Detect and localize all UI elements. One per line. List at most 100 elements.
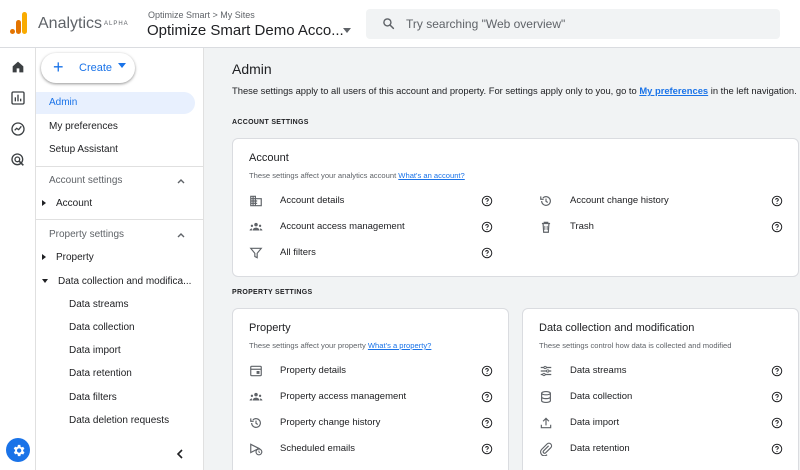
upload-icon: [540, 417, 552, 429]
help-icon[interactable]: [771, 365, 783, 377]
data-collection-row[interactable]: Data collection: [539, 389, 783, 405]
help-icon[interactable]: [481, 417, 493, 429]
collapse-arrow-icon: [42, 279, 48, 284]
help-icon[interactable]: [481, 391, 493, 403]
subtitle-text: These settings affect your analytics acc…: [249, 171, 399, 180]
trash-row[interactable]: Trash: [539, 219, 783, 235]
search-bar[interactable]: [366, 9, 780, 39]
home-icon[interactable]: [10, 59, 26, 75]
row-label: Property details: [280, 365, 347, 376]
help-icon[interactable]: [481, 247, 493, 259]
reports-icon[interactable]: [10, 90, 26, 106]
row-label: Trash: [570, 221, 594, 232]
create-button[interactable]: + Create: [41, 53, 135, 83]
help-icon[interactable]: [481, 221, 493, 233]
admin-sidebar: + Create Admin My preferences Setup Assi…: [36, 48, 204, 470]
chevron-up-icon[interactable]: [176, 230, 186, 240]
card-title: Account: [249, 152, 289, 164]
analytics-logo-icon[interactable]: [10, 12, 28, 34]
create-label: Create: [79, 62, 113, 74]
help-icon[interactable]: [771, 195, 783, 207]
app-name: Analytics: [38, 15, 103, 32]
left-rail: [0, 48, 36, 470]
collapse-sidebar-icon[interactable]: [174, 448, 186, 460]
whats-an-account-link[interactable]: What's an account?: [398, 171, 464, 180]
property-settings-section-label: PROPERTY SETTINGS: [232, 289, 313, 296]
advertising-icon[interactable]: [10, 152, 26, 168]
row-label: Account details: [280, 195, 345, 206]
row-label: Data collection: [570, 391, 633, 402]
sidebar-item-my-preferences[interactable]: My preferences: [36, 116, 195, 138]
help-icon[interactable]: [481, 195, 493, 207]
alpha-badge: ALPHA: [104, 21, 129, 27]
admin-gear-button[interactable]: [6, 438, 30, 462]
account-access-management-row[interactable]: Account access management: [249, 219, 493, 235]
data-import-row[interactable]: Data import: [539, 415, 783, 431]
sidebar-item-admin[interactable]: Admin: [36, 92, 195, 114]
row-label: Data streams: [570, 365, 627, 376]
sidebar-item-data-deletion-requests[interactable]: Data deletion requests: [69, 415, 169, 426]
property-change-history-row[interactable]: Property change history: [249, 415, 493, 431]
sidebar-item-data-retention[interactable]: Data retention: [69, 368, 132, 379]
subtitle-text: These settings control how data is colle…: [539, 341, 732, 350]
chevron-up-icon[interactable]: [176, 176, 186, 186]
data-collection-card: Data collection and modification These s…: [522, 308, 799, 470]
people-icon: [249, 392, 263, 401]
tree-item-account[interactable]: Account: [42, 198, 92, 209]
card-title: Data collection and modification: [539, 322, 695, 334]
help-icon[interactable]: [771, 391, 783, 403]
help-icon[interactable]: [481, 365, 493, 377]
page-title: Admin: [232, 61, 272, 77]
tree-label: Data collection and modifica...: [58, 276, 192, 287]
search-input[interactable]: [406, 15, 766, 33]
row-label: All filters: [280, 247, 316, 258]
breadcrumb[interactable]: Optimize Smart > My Sites: [148, 10, 255, 20]
divider: [36, 219, 204, 220]
expand-arrow-icon: [42, 200, 46, 207]
sidebar-item-data-filters[interactable]: Data filters: [69, 392, 117, 403]
scheduled-emails-row[interactable]: Scheduled emails: [249, 441, 493, 457]
row-label: Data import: [570, 417, 620, 428]
account-selector[interactable]: Optimize Smart Demo Acco...: [147, 22, 344, 39]
sidebar-item-data-collection[interactable]: Data collection: [69, 322, 135, 333]
database-icon: [541, 390, 551, 404]
card-subtitle: These settings affect your property What…: [249, 341, 431, 350]
account-card: Account These settings affect your analy…: [232, 138, 799, 277]
row-label: Property change history: [280, 417, 381, 428]
plus-icon: +: [53, 57, 64, 77]
property-access-management-row[interactable]: Property access management: [249, 389, 493, 405]
row-label: Account change history: [570, 195, 669, 206]
building-icon: [250, 195, 262, 207]
card-subtitle: These settings control how data is colle…: [539, 341, 731, 350]
subtitle-text: These settings affect your property: [249, 341, 368, 350]
tree-label: Account: [56, 198, 93, 209]
caret-down-icon: [118, 63, 126, 68]
account-settings-section-label: ACCOUNT SETTINGS: [232, 119, 309, 126]
sidebar-item-setup-assistant[interactable]: Setup Assistant: [36, 139, 195, 161]
property-details-row[interactable]: Property details: [249, 363, 493, 379]
chevron-down-icon[interactable]: [343, 28, 351, 34]
whats-a-property-link[interactable]: What's a property?: [368, 341, 432, 350]
sidebar-item-data-import[interactable]: Data import: [69, 345, 121, 356]
tree-item-data-collection[interactable]: Data collection and modifica...: [42, 276, 191, 287]
account-change-history-row[interactable]: Account change history: [539, 193, 783, 209]
tree-item-property[interactable]: Property: [42, 252, 94, 263]
help-icon[interactable]: [481, 443, 493, 455]
divider: [36, 166, 204, 167]
explore-icon[interactable]: [10, 121, 26, 137]
my-preferences-link[interactable]: My preferences: [639, 85, 708, 96]
row-label: Data retention: [570, 443, 630, 454]
data-streams-row[interactable]: Data streams: [539, 363, 783, 379]
property-details-icon: [250, 365, 262, 377]
property-settings-heading: Property settings: [49, 229, 125, 240]
all-filters-row[interactable]: All filters: [249, 245, 493, 261]
filter-icon: [249, 247, 263, 259]
help-icon[interactable]: [771, 221, 783, 233]
data-streams-icon: [540, 365, 552, 377]
sidebar-item-data-streams[interactable]: Data streams: [69, 299, 128, 310]
account-details-row[interactable]: Account details: [249, 193, 493, 209]
help-icon[interactable]: [771, 417, 783, 429]
help-icon[interactable]: [771, 443, 783, 455]
tree-label: Property: [56, 252, 94, 263]
data-retention-row[interactable]: Data retention: [539, 441, 783, 457]
